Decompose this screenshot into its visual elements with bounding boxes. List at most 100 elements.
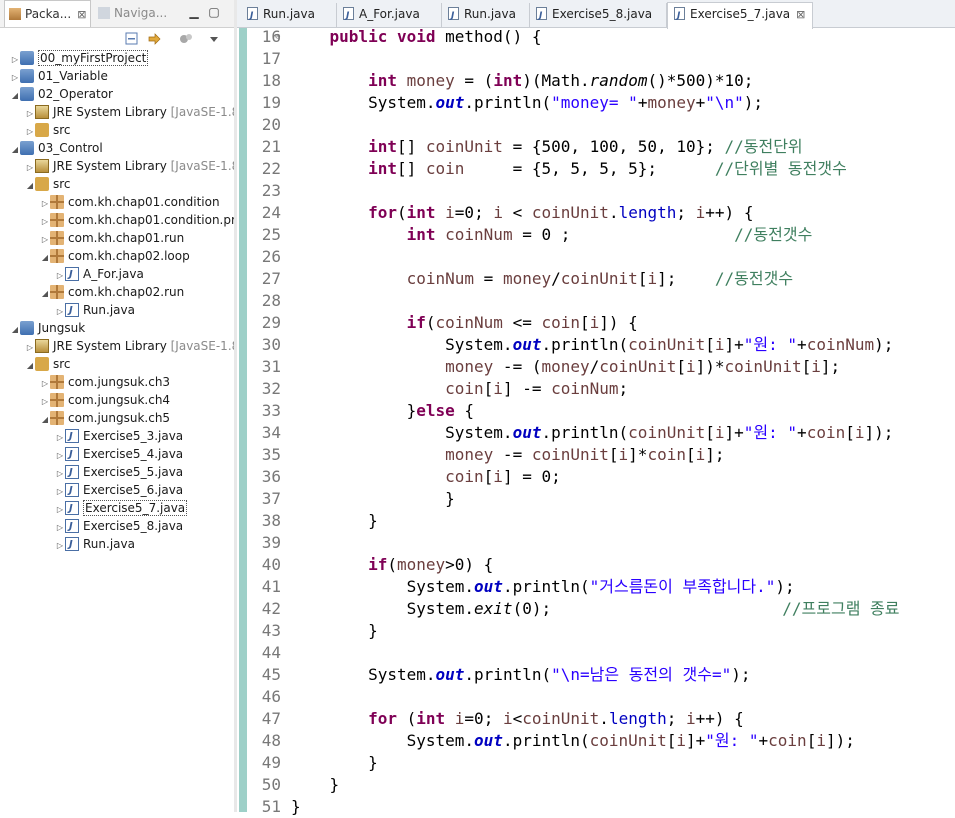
tree-item[interactable]: ◢ com.jungsuk.ch5 (40, 409, 170, 427)
tree-item[interactable]: ◢ src (25, 175, 71, 193)
code-line[interactable]: 17 (248, 48, 955, 70)
code-line[interactable]: 30 System.out.println(coinUnit[i]+"원: "+… (248, 334, 955, 356)
tree-item[interactable]: ▷Exercise5_6.java (55, 481, 183, 500)
code-token: ( (396, 203, 407, 222)
link-with-editor-icon[interactable] (146, 31, 162, 47)
tree-item[interactable]: ▷ com.kh.chap01.condition.pra (40, 211, 234, 229)
collapsed-arrow-icon[interactable]: ▷ (55, 537, 65, 555)
code-token: + (797, 335, 807, 354)
expanded-arrow-icon[interactable]: ◢ (10, 321, 20, 339)
tree-item[interactable]: ◢ 02_Operator (10, 85, 113, 103)
code-line[interactable]: 51} (248, 796, 955, 818)
editor-tab[interactable]: Run.java (241, 3, 337, 27)
code-line[interactable]: 37 } (248, 488, 955, 510)
editor-tab[interactable]: Exercise5_8.java (530, 3, 667, 27)
code-line[interactable]: 46 (248, 686, 955, 708)
tree-item[interactable]: ▷Exercise5_3.java (55, 427, 183, 446)
code-line[interactable]: 19 System.out.println("money= "+money+"\… (248, 92, 955, 114)
code-line[interactable]: 40 if(money>0) { (248, 554, 955, 576)
code-line[interactable]: 39 (248, 532, 955, 554)
code-line[interactable]: 36 coin[i] = 0; (248, 466, 955, 488)
line-number: 22 (261, 159, 281, 178)
code-line[interactable]: 22 int[] coin = {5, 5, 5, 5}; //단위별 동전갯수 (248, 158, 955, 180)
tree-item[interactable]: ▷ com.kh.chap01.condition (40, 193, 220, 211)
code-editor[interactable]: Run.java A_For.java Run.java Exercise5_8.ja… (237, 0, 955, 816)
source-folder-icon (35, 177, 49, 191)
editor-tab[interactable]: Run.java (442, 3, 530, 27)
code-line[interactable]: 35 money -= coinUnit[i]*coin[i]; (248, 444, 955, 466)
code-line[interactable]: 20 (248, 114, 955, 136)
package-icon (50, 249, 64, 263)
tree-item[interactable]: ▷ com.jungsuk.ch3 (40, 373, 170, 391)
expanded-arrow-icon[interactable]: ◢ (10, 141, 20, 159)
tree-item[interactable]: ▷ 01_Variable (10, 67, 108, 85)
code-line[interactable]: 50 } (248, 774, 955, 796)
tree-item[interactable]: ▷Exercise5_4.java (55, 445, 183, 464)
code-line[interactable]: 49 } (248, 752, 955, 774)
code-line[interactable]: 24 for(int i=0; i < coinUnit.length; i++… (248, 202, 955, 224)
code-line[interactable]: 47 for (int i=0; i<coinUnit.length; i++)… (248, 708, 955, 730)
tree-item[interactable]: ▷ 00_myFirstProject (10, 49, 149, 67)
tree-item[interactable]: ▷JRE System Library [JavaSE-1.8] (25, 103, 234, 121)
code-line[interactable]: 44 (248, 642, 955, 664)
expanded-arrow-icon[interactable]: ◢ (40, 411, 50, 429)
tree-item[interactable]: ▷Run.java (55, 301, 135, 320)
code-line[interactable]: 25 int coinNum = 0 ; //동전갯수 (248, 224, 955, 246)
tab-package-explorer[interactable]: Packa... ⊠ (4, 0, 92, 28)
code-line[interactable]: 33 }else { (248, 400, 955, 422)
code-line[interactable]: 34 System.out.println(coinUnit[i]+"원: "+… (248, 422, 955, 444)
code-token: coinUnit (531, 203, 609, 222)
code-line[interactable]: 48 System.out.println(coinUnit[i]+"원: "+… (248, 730, 955, 752)
tree-item[interactable]: ▷ com.kh.chap01.run (40, 229, 184, 247)
tree-item[interactable]: ▷JRE System Library [JavaSE-1.8] (25, 337, 234, 355)
tree-item[interactable]: ▷Exercise5_5.java (55, 463, 183, 482)
view-menu-icon[interactable] (206, 31, 222, 47)
maximize-icon[interactable]: ▢ (206, 4, 222, 20)
code-line[interactable]: 18 int money = (int)(Math.random()*500)*… (248, 70, 955, 92)
code-token: } (291, 489, 455, 508)
tree-item[interactable]: ◢ 03_Control (10, 139, 103, 157)
tree-item[interactable]: ▷ com.jungsuk.ch4 (40, 391, 170, 409)
code-line[interactable]: 21 int[] coinUnit = {500, 100, 50, 10}; … (248, 136, 955, 158)
tree-item[interactable]: ◢ com.kh.chap02.run (40, 283, 184, 301)
minimize-icon[interactable]: ▁ (186, 4, 202, 20)
tree-item[interactable]: ◢ src (25, 355, 71, 373)
tab-navigator[interactable]: Naviga... (98, 0, 167, 27)
code-line[interactable]: 23 (248, 180, 955, 202)
tree-item[interactable]: ▷JRE System Library [JavaSE-1.8] (25, 157, 234, 175)
code-line[interactable]: 31 money -= (money/coinUnit[i])*coinUnit… (248, 356, 955, 378)
code-line[interactable]: 26 (248, 246, 955, 268)
expanded-arrow-icon[interactable]: ◢ (25, 357, 35, 375)
tree-item[interactable]: ▷Exercise5_8.java (55, 517, 183, 536)
tree-item[interactable]: ▷A_For.java (55, 265, 144, 284)
code-line[interactable]: 29 if(coinNum <= coin[i]) { (248, 312, 955, 334)
tree-item[interactable]: ▷Exercise5_7.java (55, 499, 188, 518)
close-icon[interactable]: ⊠ (77, 1, 86, 28)
code-line[interactable]: 27 coinNum = money/coinUnit[i]; //동전갯수 (248, 268, 955, 290)
editor-tab[interactable]: A_For.java (337, 3, 442, 27)
code-line[interactable]: 32 coin[i] -= coinNum; (248, 378, 955, 400)
code-line[interactable]: 16 ⊖ public void method() { (248, 26, 955, 48)
expanded-arrow-icon[interactable]: ◢ (25, 177, 35, 195)
expanded-arrow-icon[interactable]: ◢ (40, 285, 50, 303)
code-token: //프로그램 종료 (782, 599, 900, 618)
code-line[interactable]: 41 System.out.println("거스름돈이 부족합니다."); (248, 576, 955, 598)
tree-item[interactable]: ◢ com.kh.chap02.loop (40, 247, 190, 265)
code-line[interactable]: 42 System.exit(0); //프로그램 종료 (248, 598, 955, 620)
editor-tab[interactable]: Exercise5_7.java ⊠ (667, 2, 813, 29)
code-line[interactable]: 38 } (248, 510, 955, 532)
tree-item[interactable]: ▷Run.java (55, 535, 135, 555)
expanded-arrow-icon[interactable]: ◢ (40, 249, 50, 267)
code-line[interactable]: 43 } (248, 620, 955, 642)
close-icon[interactable]: ⊠ (796, 4, 805, 26)
code-line[interactable]: 45 System.out.println("\n=남은 동전의 갯수="); (248, 664, 955, 686)
collapse-all-icon[interactable] (124, 31, 140, 47)
expanded-arrow-icon[interactable]: ◢ (10, 87, 20, 105)
fold-toggle-icon[interactable]: ⊖ (275, 26, 280, 48)
code-token: i (445, 203, 455, 222)
line-number: 51 (261, 797, 281, 816)
tree-item[interactable]: ◢ Jungsuk (10, 319, 85, 337)
focus-task-icon[interactable] (178, 31, 194, 47)
code-line[interactable]: 28 (248, 290, 955, 312)
tree-item[interactable]: ▷ src (25, 121, 71, 139)
